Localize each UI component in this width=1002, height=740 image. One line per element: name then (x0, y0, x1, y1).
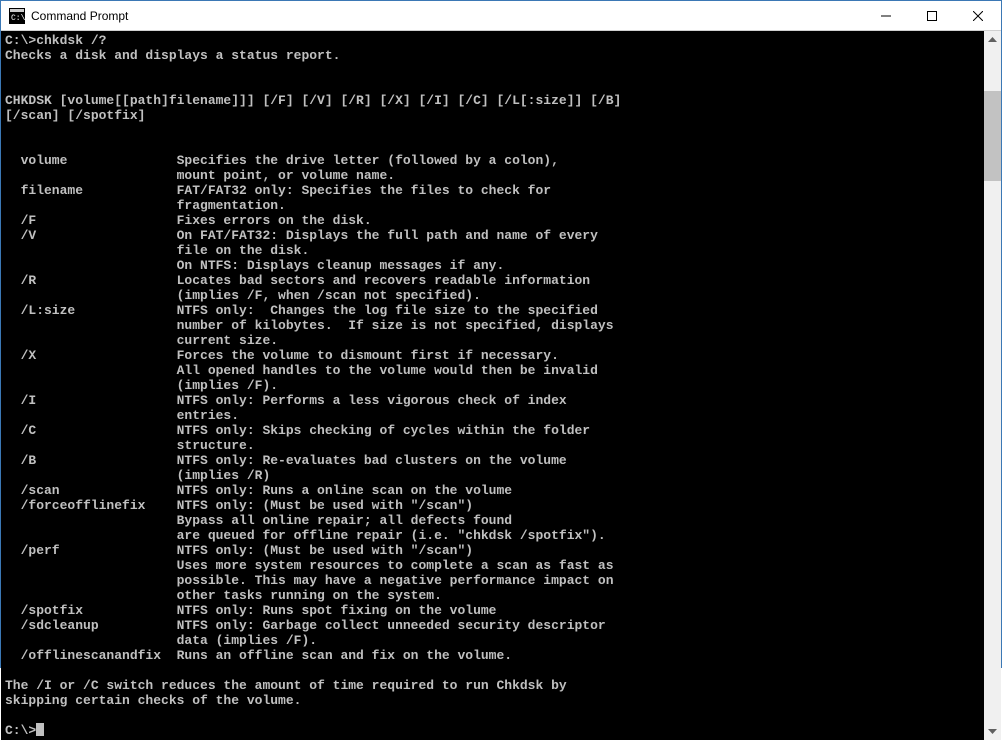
cursor (36, 723, 44, 736)
line: /forceofflinefix NTFS only: (Must be use… (5, 498, 473, 513)
line: possible. This may have a negative perfo… (5, 573, 614, 588)
line: skipping certain checks of the volume. (5, 693, 301, 708)
line: current size. (5, 333, 278, 348)
scroll-thumb[interactable] (984, 91, 1001, 181)
window-title: Command Prompt (31, 9, 128, 23)
line: CHKDSK [volume[[path]filename]]] [/F] [/… (5, 93, 621, 108)
line: [/scan] [/spotfix] (5, 108, 145, 123)
line: /offlinescanandfix Runs an offline scan … (5, 648, 512, 663)
titlebar[interactable]: C:\ Command Prompt (1, 1, 1001, 31)
close-button[interactable] (955, 1, 1001, 30)
terminal-area: C:\>chkdsk /? Checks a disk and displays… (1, 31, 1001, 740)
window-frame: C:\ Command Prompt C:\>chkdsk /? Checks … (0, 0, 1002, 668)
line: C:\>chkdsk /? (5, 33, 106, 48)
line: fragmentation. (5, 198, 286, 213)
line: are queued for offline repair (i.e. "chk… (5, 528, 606, 543)
line: (implies /F). (5, 378, 278, 393)
line: filename FAT/FAT32 only: Specifies the f… (5, 183, 551, 198)
line: (implies /R) (5, 468, 270, 483)
line: mount point, or volume name. (5, 168, 395, 183)
cmd-icon: C:\ (9, 8, 25, 24)
line: (implies /F, when /scan not specified). (5, 288, 481, 303)
maximize-button[interactable] (909, 1, 955, 30)
line: /sdcleanup NTFS only: Garbage collect un… (5, 618, 606, 633)
line: /scan NTFS only: Runs a online scan on t… (5, 483, 512, 498)
line: /F Fixes errors on the disk. (5, 213, 372, 228)
prompt-line: C:\> (5, 723, 36, 738)
vertical-scrollbar[interactable] (984, 31, 1001, 740)
line: file on the disk. (5, 243, 309, 258)
line: Checks a disk and displays a status repo… (5, 48, 340, 63)
line: /R Locates bad sectors and recovers read… (5, 273, 590, 288)
scroll-down-button[interactable] (984, 723, 1001, 740)
line: /B NTFS only: Re-evaluates bad clusters … (5, 453, 567, 468)
line: /X Forces the volume to dismount first i… (5, 348, 559, 363)
line: Uses more system resources to complete a… (5, 558, 614, 573)
line: other tasks running on the system. (5, 588, 442, 603)
line: /C NTFS only: Skips checking of cycles w… (5, 423, 590, 438)
line: All opened handles to the volume would t… (5, 363, 598, 378)
line: /perf NTFS only: (Must be used with "/sc… (5, 543, 473, 558)
line: /V On FAT/FAT32: Displays the full path … (5, 228, 598, 243)
line: The /I or /C switch reduces the amount o… (5, 678, 567, 693)
line: /L:size NTFS only: Changes the log file … (5, 303, 598, 318)
line: volume Specifies the drive letter (follo… (5, 153, 559, 168)
line: data (implies /F). (5, 633, 317, 648)
svg-text:C:\: C:\ (11, 14, 25, 23)
line: /spotfix NTFS only: Runs spot fixing on … (5, 603, 496, 618)
line: /I NTFS only: Performs a less vigorous c… (5, 393, 567, 408)
line: structure. (5, 438, 255, 453)
line: On NTFS: Displays cleanup messages if an… (5, 258, 504, 273)
minimize-button[interactable] (863, 1, 909, 30)
line: number of kilobytes. If size is not spec… (5, 318, 614, 333)
line: entries. (5, 408, 239, 423)
terminal-output[interactable]: C:\>chkdsk /? Checks a disk and displays… (1, 31, 984, 740)
line: Bypass all online repair; all defects fo… (5, 513, 512, 528)
scroll-up-button[interactable] (984, 31, 1001, 48)
